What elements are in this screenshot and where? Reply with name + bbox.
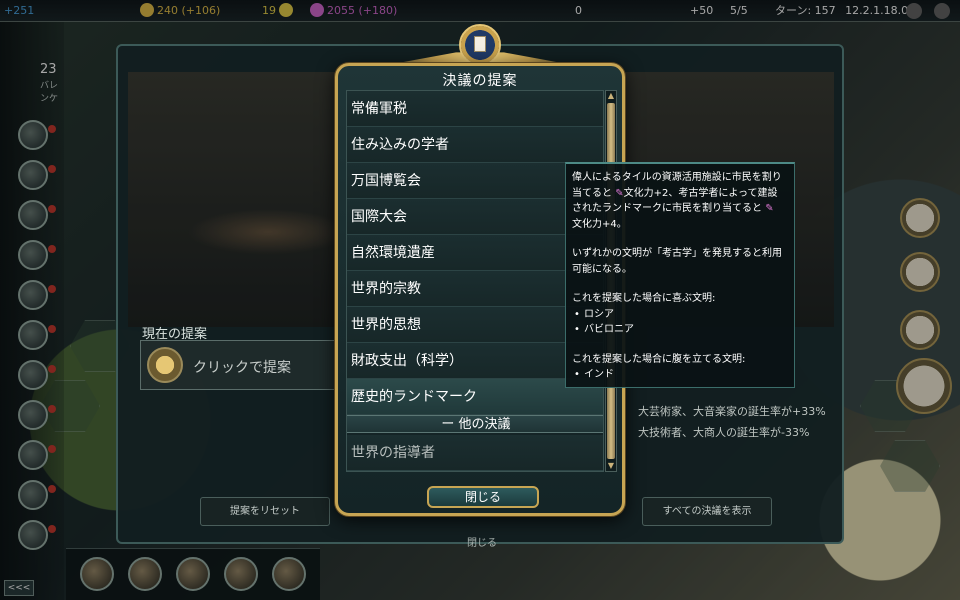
other-resolutions-header[interactable]: ー 他の決議 bbox=[347, 415, 603, 433]
effect-line: 大芸術家、大音楽家の誕生率が+33% bbox=[638, 405, 826, 418]
resolution-item[interactable]: 住み込みの学者 bbox=[347, 127, 603, 163]
congress-medallion bbox=[459, 24, 501, 66]
tooltip-text: 当てると bbox=[572, 187, 612, 199]
click-to-propose-text: クリックで提案 bbox=[193, 360, 291, 376]
resolution-tooltip: 偉人によるタイルの資源活用施設に市民を割り 当てると ✎文化力+2、考古学者によ… bbox=[565, 162, 795, 388]
culture-icon: ✎ bbox=[615, 187, 624, 199]
tooltip-line: 可能になる。 bbox=[572, 263, 632, 275]
tooltip-line: 文化力+4。 bbox=[572, 218, 627, 230]
resolution-item[interactable]: 常備軍税 bbox=[347, 91, 603, 127]
show-all-resolutions-button[interactable]: すべての決議を表示 bbox=[642, 497, 772, 526]
close-button[interactable]: 閉じる bbox=[427, 486, 539, 508]
angry-header: これを提案した場合に腹を立てる文明: bbox=[572, 353, 746, 365]
angry-civs: インド bbox=[572, 367, 788, 383]
pleased-civs: ロシア バビロニア bbox=[572, 307, 788, 338]
culture-icon: ✎ bbox=[765, 203, 774, 214]
scroll-down-icon[interactable]: ▼ bbox=[606, 461, 616, 471]
civ-name: ロシア bbox=[572, 307, 788, 323]
civ-name: インド bbox=[572, 367, 788, 383]
tooltip-text: されたランドマークに市民を割り当てると bbox=[572, 203, 762, 214]
scroll-up-icon[interactable]: ▲ bbox=[606, 91, 616, 101]
scroll-icon bbox=[474, 36, 486, 52]
proposal-slot[interactable]: クリックで提案 bbox=[140, 340, 340, 390]
pleased-header: これを提案した場合に喜ぶ文明: bbox=[572, 293, 716, 304]
tooltip-line: 偉人によるタイルの資源活用施設に市民を割り bbox=[572, 172, 782, 183]
civ-name: バビロニア bbox=[572, 322, 788, 338]
tooltip-text: 文化力+2、考古学者によって建設 bbox=[623, 187, 778, 199]
congress-close-button[interactable]: 閉じる bbox=[118, 534, 846, 549]
effect-line: 大技術者、大商人の誕生率が-33% bbox=[638, 426, 810, 439]
resolution-item[interactable]: 世界の指導者 bbox=[347, 435, 603, 471]
tooltip-line: されたランドマークに市民を割り当てると ✎ bbox=[572, 201, 788, 217]
reset-proposals-button[interactable]: 提案をリセット bbox=[200, 497, 330, 526]
proposal-icon bbox=[147, 347, 183, 383]
tooltip-line: いずれかの文明が「考古学」を発見すると利用 bbox=[572, 248, 782, 259]
dialog-title: 決議の提案 bbox=[442, 73, 518, 89]
tooltip-line: 当てると ✎文化力+2、考古学者によって建設 bbox=[572, 186, 788, 202]
resolution-effects: 大芸術家、大音楽家の誕生率が+33% 大技術者、大商人の誕生率が-33% bbox=[638, 401, 826, 443]
